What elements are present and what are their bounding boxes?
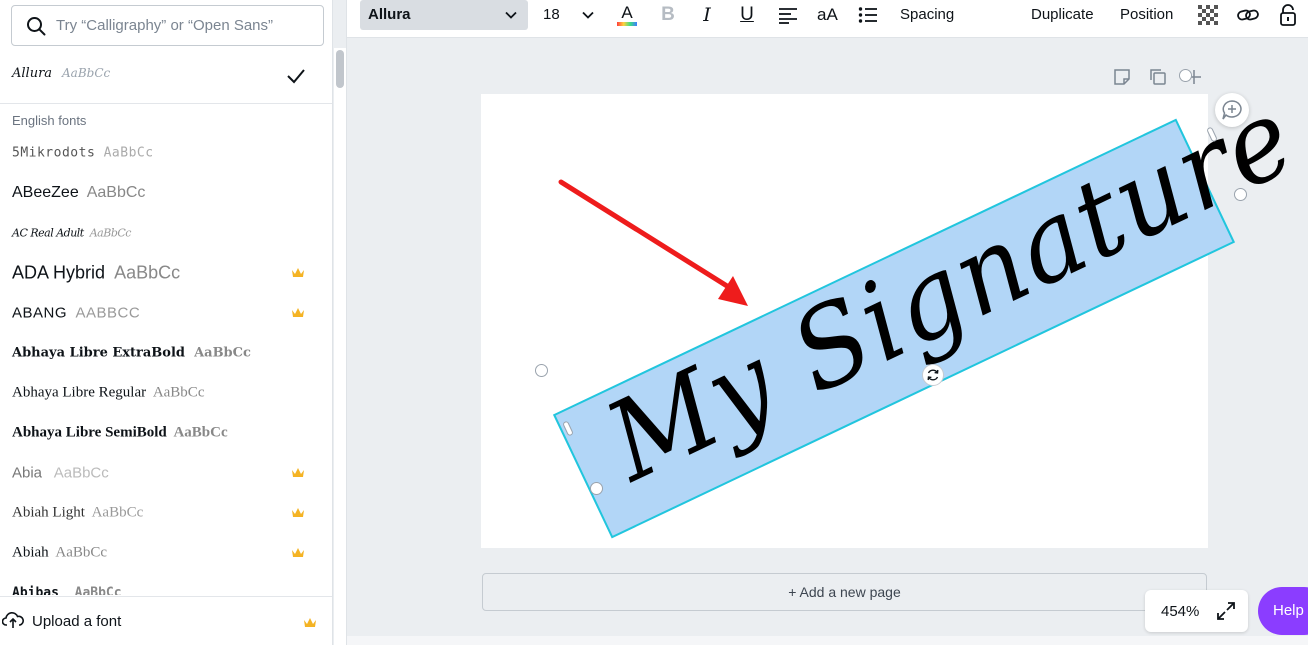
font-item-abhaya-libre-regular[interactable]: Abhaya Libre Regular AaBbCc (0, 373, 332, 413)
rotate-icon (927, 369, 939, 381)
font-item-label: Abhaya Libre Regular AaBbCc (12, 384, 205, 401)
chevron-down-icon[interactable] (581, 8, 595, 22)
font-panel-scroll-track (334, 48, 346, 645)
underline-icon[interactable]: U (735, 3, 759, 27)
font-item-label: 5Mikrodots AaBbCc (12, 145, 154, 161)
font-search-box[interactable] (11, 5, 324, 46)
font-item-label: Abhaya Libre SemiBold AaBbCc (12, 424, 228, 441)
font-panel-scrollbar[interactable] (336, 50, 344, 88)
crown-icon (292, 468, 304, 477)
font-item-label: ABANG AABBCC (12, 304, 141, 322)
lock-icon[interactable] (1276, 3, 1300, 27)
current-font-name: Allura (12, 66, 53, 81)
font-item-label: ABeeZee AaBbCc (12, 184, 146, 201)
font-item-label: ADA Hybrid AaBbCc (12, 262, 181, 283)
help-button[interactable]: Help (1258, 587, 1308, 635)
zoom-control[interactable]: 454% (1145, 590, 1248, 632)
zoom-level[interactable]: 454% (1161, 603, 1199, 620)
resize-handle-top-right[interactable] (1179, 69, 1192, 82)
cloud-upload-icon (2, 612, 24, 628)
spacing-button[interactable]: Spacing (900, 6, 954, 23)
font-item-label: Abhaya Libre ExtraBold AaBbCc (12, 345, 251, 361)
transparency-icon[interactable] (1196, 3, 1220, 27)
crown-icon (292, 308, 304, 317)
crown-icon (292, 548, 304, 557)
resize-handle-bottom-right[interactable] (1234, 188, 1247, 201)
font-item-label: Abibas AaBbCc (12, 585, 122, 596)
font-item-ada-hybrid[interactable]: ADA Hybrid AaBbCc (0, 253, 332, 293)
red-arrow-annotation (558, 179, 748, 306)
font-item-5mikrodots[interactable]: 5Mikrodots AaBbCc (0, 133, 332, 173)
font-item-label: Abiah Light AaBbCc (12, 504, 144, 521)
duplicate-page-icon[interactable] (1148, 67, 1168, 87)
search-icon (27, 17, 46, 36)
expand-icon[interactable] (1216, 601, 1236, 621)
font-item-abhaya-libre-extrabold[interactable]: Abhaya Libre ExtraBold AaBbCc (0, 333, 332, 373)
add-comment-button[interactable] (1215, 93, 1249, 127)
font-family-dropdown[interactable]: Allura (360, 0, 528, 30)
italic-icon[interactable]: I (695, 3, 719, 27)
font-item-abiah-light[interactable]: Abiah Light AaBbCc (0, 493, 332, 533)
font-item-abibas[interactable]: Abibas AaBbCc (0, 573, 332, 596)
add-comment-icon (1222, 100, 1242, 120)
current-font-sample: AaBbCc (62, 66, 111, 80)
font-item-label: Abia AaBbCc (12, 464, 109, 482)
position-button[interactable]: Position (1120, 6, 1173, 23)
font-size-value[interactable]: 18 (543, 6, 560, 23)
add-new-page-button[interactable]: + Add a new page (482, 573, 1207, 611)
font-item-abia[interactable]: Abia AaBbCc (0, 453, 332, 493)
duplicate-button[interactable]: Duplicate (1031, 6, 1094, 23)
font-item-ac-real-adult[interactable]: AC Real Adult AaBbCc (0, 213, 332, 253)
font-item-label: Abiah AaBbCc (12, 544, 108, 561)
section-title-english-fonts: English fonts (12, 113, 87, 128)
font-item-label: AC Real Adult AaBbCc (12, 226, 131, 240)
font-item-abeezee[interactable]: ABeeZee AaBbCc (0, 173, 332, 213)
bottom-bar (347, 636, 1308, 645)
crown-icon (292, 508, 304, 517)
resize-handle-bottom-left[interactable] (590, 482, 603, 495)
crown-icon (304, 618, 316, 627)
svg-text:A: A (621, 3, 633, 22)
checkmark-icon (287, 69, 305, 84)
current-font-item[interactable]: Allura AaBbCc (0, 52, 332, 104)
font-list: 5Mikrodots AaBbCc ABeeZee AaBbCc AC Real… (0, 133, 332, 595)
note-icon[interactable] (1112, 67, 1132, 87)
font-panel: Allura AaBbCc English fonts 5Mikrodots A… (0, 0, 333, 645)
list-icon[interactable] (856, 3, 880, 27)
panel-divider (346, 0, 347, 645)
rotate-handle[interactable] (922, 364, 944, 386)
font-item-abiah[interactable]: Abiah AaBbCc (0, 533, 332, 573)
font-search-input[interactable] (56, 6, 316, 45)
font-family-value: Allura (368, 6, 411, 23)
font-item-abang[interactable]: ABANG AABBCC (0, 293, 332, 333)
crown-icon (292, 268, 304, 277)
upload-font-label: Upload a font (32, 613, 122, 630)
chevron-down-icon (505, 11, 517, 19)
upload-font-button[interactable]: Upload a font (0, 596, 332, 645)
align-left-icon[interactable] (776, 3, 800, 27)
text-toolbar: Allura 18 A B I U aA Spacing Duplicate P… (347, 0, 1308, 38)
font-item-abhaya-libre-semibold[interactable]: Abhaya Libre SemiBold AaBbCc (0, 413, 332, 453)
link-icon[interactable] (1236, 3, 1260, 27)
text-color-icon[interactable]: A (615, 3, 639, 27)
bold-icon[interactable]: B (656, 3, 680, 27)
resize-handle-top-left[interactable] (535, 364, 548, 377)
letter-case-button[interactable]: aA (817, 5, 838, 25)
